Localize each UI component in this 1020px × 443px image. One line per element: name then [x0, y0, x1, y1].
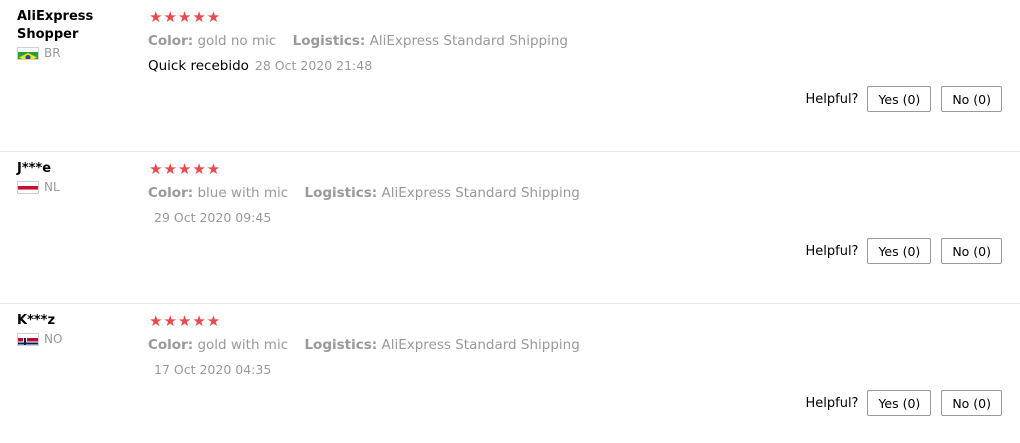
country-code: NL [44, 180, 60, 194]
color-label: Color: [148, 185, 194, 201]
review-feedback: Quick recebido 28 Oct 2020 21:48 [148, 57, 372, 75]
review-item: J***e NL ★★★★★ Color: blue with mic Logi… [0, 152, 1020, 304]
reviewer-name: J***e [17, 161, 52, 176]
helpful-label: Helpful? [805, 91, 859, 107]
helpful-no-button[interactable]: No (0) [941, 86, 1002, 112]
star-rating: ★★★★★ [149, 312, 222, 330]
review-date: 29 Oct 2020 09:45 [154, 210, 272, 225]
reviewer-info: J***e NL [17, 160, 127, 194]
country-code: NO [44, 332, 63, 346]
helpful-yes-button[interactable]: Yes (0) [867, 238, 932, 264]
reviewer-info: K***z NO [17, 312, 127, 346]
color-value: gold no mic [197, 33, 277, 49]
reviewer-country: NL [17, 180, 127, 194]
helpful-yes-button[interactable]: Yes (0) [867, 390, 932, 416]
reviewer-country: BR [17, 46, 127, 60]
norway-flag-icon [17, 332, 39, 346]
color-value: gold with mic [197, 337, 289, 353]
review-item: AliExpress Shopper BR ★★★★★ Color: gold … [0, 0, 1020, 152]
reviewer-country: NO [17, 332, 127, 346]
review-date: 17 Oct 2020 04:35 [154, 362, 272, 377]
logistics-value: AliExpress Standard Shipping [369, 33, 568, 49]
helpful-no-button[interactable]: No (0) [941, 390, 1002, 416]
star-rating: ★★★★★ [149, 8, 222, 26]
star-rating: ★★★★★ [149, 160, 222, 178]
logistics-value: AliExpress Standard Shipping [381, 337, 580, 353]
feedback-text: Quick recebido [148, 58, 249, 74]
reviewer-name: AliExpress Shopper [17, 9, 94, 42]
color-label: Color: [148, 33, 194, 49]
product-attributes: Color: gold with mic Logistics: AliExpre… [148, 336, 592, 354]
product-attributes: Color: blue with mic Logistics: AliExpre… [148, 184, 592, 202]
netherlands-flag-icon [17, 180, 39, 194]
reviewer-name: K***z [17, 313, 56, 328]
color-label: Color: [148, 337, 194, 353]
country-code: BR [44, 46, 61, 60]
helpful-vote: Helpful? Yes (0) No (0) [805, 86, 1002, 112]
helpful-vote: Helpful? Yes (0) No (0) [805, 238, 1002, 264]
review-feedback: 17 Oct 2020 04:35 [148, 361, 271, 379]
helpful-yes-button[interactable]: Yes (0) [867, 86, 932, 112]
logistics-value: AliExpress Standard Shipping [381, 185, 580, 201]
helpful-label: Helpful? [805, 395, 859, 411]
helpful-no-button[interactable]: No (0) [941, 238, 1002, 264]
product-attributes: Color: gold no mic Logistics: AliExpress… [148, 32, 580, 50]
review-feedback: 29 Oct 2020 09:45 [148, 209, 271, 227]
logistics-label: Logistics: [292, 33, 366, 49]
review-date: 28 Oct 2020 21:48 [254, 58, 373, 73]
reviewer-info: AliExpress Shopper BR [17, 8, 127, 60]
helpful-label: Helpful? [805, 243, 859, 259]
review-item: K***z NO ★★★★★ Color: gold with mic Logi… [0, 304, 1020, 443]
brazil-flag-icon [17, 46, 39, 60]
logistics-label: Logistics: [304, 337, 378, 353]
helpful-vote: Helpful? Yes (0) No (0) [805, 390, 1002, 416]
color-value: blue with mic [197, 185, 289, 201]
logistics-label: Logistics: [304, 185, 378, 201]
